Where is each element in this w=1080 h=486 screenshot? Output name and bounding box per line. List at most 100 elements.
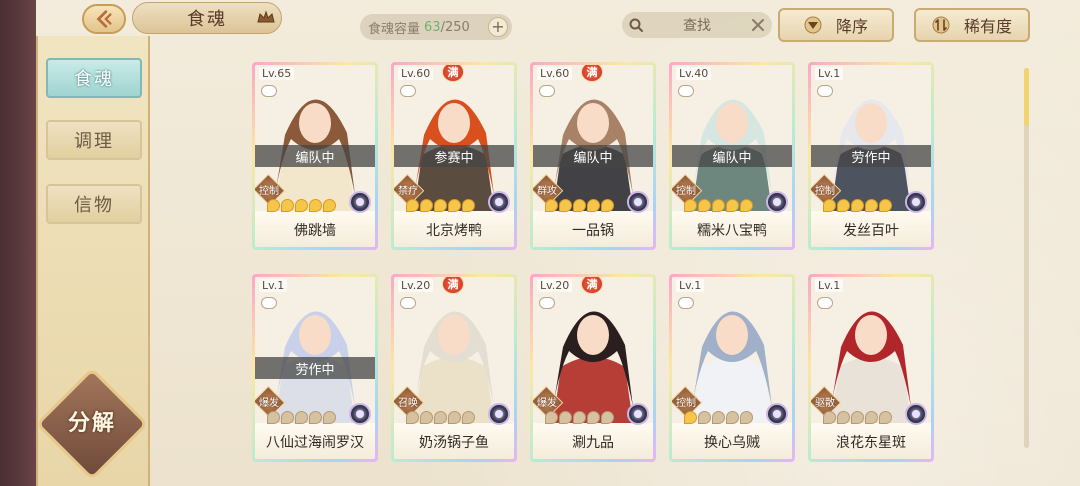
food-soul-card[interactable]: Lv.1 驱散 浪花东星斑: [808, 274, 934, 462]
star-icon: [420, 199, 433, 212]
status-badge: 编队中: [255, 145, 375, 167]
role-label: 控制: [676, 398, 696, 409]
status-badge: 编队中: [533, 145, 653, 167]
search-box[interactable]: 查找: [622, 12, 772, 38]
star-icon: [267, 199, 280, 212]
card-name: 浪花东星斑: [811, 425, 931, 459]
capacity-used: 63: [424, 19, 441, 35]
card-level: Lv.60: [537, 67, 573, 80]
card-inner: Lv.60 满参赛中 禁疗 北京烤鸭: [394, 65, 514, 247]
element-icon: [488, 191, 510, 213]
dish-icon: [261, 85, 277, 97]
element-icon: [349, 403, 371, 425]
dish-icon: [678, 85, 694, 97]
star-icon: [448, 411, 461, 424]
star-icon: [865, 411, 878, 424]
sort-toggle-icon: [932, 16, 950, 34]
page-title-text: 食魂: [187, 9, 227, 30]
star-icon: [587, 411, 600, 424]
clear-icon[interactable]: [750, 17, 766, 33]
food-soul-card[interactable]: Lv.1 控制 换心乌贼: [669, 274, 795, 462]
food-soul-card[interactable]: Lv.60 满编队中 群攻 一品锅: [530, 62, 656, 250]
star-icon: [281, 411, 294, 424]
star-icon: [601, 199, 614, 212]
card-level: Lv.1: [815, 67, 844, 80]
tab-food-soul-label: 食魂: [74, 69, 114, 90]
role-label: 爆发: [259, 398, 279, 409]
add-capacity-button[interactable]: +: [488, 17, 508, 37]
star-icon: [837, 199, 850, 212]
card-name: 一品锅: [533, 213, 653, 247]
status-badge: 参赛中: [394, 145, 514, 167]
element-icon: [627, 191, 649, 213]
star-icon: [545, 199, 558, 212]
role-label: 控制: [676, 186, 696, 197]
role-label: 控制: [815, 186, 835, 197]
sort-order-label: 降序: [835, 17, 868, 36]
element-icon: [349, 191, 371, 213]
element-icon: [766, 403, 788, 425]
food-soul-card[interactable]: Lv.1 劳作中 爆发 八仙过海闹罗汉: [252, 274, 378, 462]
star-icon: [281, 199, 294, 212]
role-label: 召唤: [398, 398, 418, 409]
scrollbar-thumb[interactable]: [1024, 68, 1029, 126]
star-icon: [698, 199, 711, 212]
tab-food-soul[interactable]: 食魂: [46, 58, 142, 98]
status-badge: 劳作中: [811, 145, 931, 167]
star-icon: [865, 199, 878, 212]
food-soul-card[interactable]: Lv.65 编队中 控制 佛跳墙: [252, 62, 378, 250]
tab-token[interactable]: 信物: [46, 184, 142, 224]
star-icon: [851, 411, 864, 424]
star-icon: [406, 411, 419, 424]
food-soul-card[interactable]: Lv.20 满召唤 奶汤锅子鱼: [391, 274, 517, 462]
star-icon: [309, 411, 322, 424]
star-icon: [434, 199, 447, 212]
tab-token-label: 信物: [74, 195, 114, 216]
role-label: 控制: [259, 186, 279, 197]
sort-rarity-button[interactable]: 稀有度: [914, 8, 1030, 42]
card-inner: Lv.65 编队中 控制 佛跳墙: [255, 65, 375, 247]
back-button[interactable]: [82, 4, 126, 34]
card-name: 涮九品: [533, 425, 653, 459]
food-soul-card[interactable]: Lv.40 编队中 控制 糯米八宝鸭: [669, 62, 795, 250]
crown-icon[interactable]: [257, 10, 275, 24]
star-rating: [267, 199, 336, 213]
back-arrow-icon: [96, 10, 112, 28]
star-icon: [726, 411, 739, 424]
card-name: 换心乌贼: [672, 425, 792, 459]
star-icon: [712, 199, 725, 212]
dish-icon: [678, 297, 694, 309]
star-icon: [559, 199, 572, 212]
star-icon: [823, 411, 836, 424]
card-level: Lv.20: [537, 279, 573, 292]
dish-icon: [539, 85, 555, 97]
capacity-label: 食魂容量: [368, 21, 421, 37]
dish-icon: [400, 85, 416, 97]
star-rating: [684, 411, 753, 425]
star-icon: [740, 199, 753, 212]
star-icon: [684, 199, 697, 212]
food-soul-card[interactable]: Lv.60 满参赛中 禁疗 北京烤鸭: [391, 62, 517, 250]
star-rating: [267, 411, 336, 425]
page-title: 食魂: [132, 2, 282, 34]
sort-order-button[interactable]: 降序: [778, 8, 894, 42]
capacity-display: 食魂容量 63 /250 +: [360, 14, 512, 40]
star-rating: [406, 199, 475, 213]
star-icon: [295, 199, 308, 212]
star-icon: [851, 199, 864, 212]
status-badge: 劳作中: [255, 357, 375, 379]
star-icon: [587, 199, 600, 212]
element-icon: [905, 191, 927, 213]
card-level: Lv.1: [259, 279, 288, 292]
element-icon: [766, 191, 788, 213]
star-icon: [879, 199, 892, 212]
star-icon: [740, 411, 753, 424]
capacity-total: /250: [440, 19, 470, 35]
food-soul-card[interactable]: Lv.20 满爆发 涮九品: [530, 274, 656, 462]
role-label: 驱散: [815, 398, 835, 409]
star-icon: [573, 199, 586, 212]
dish-icon: [539, 297, 555, 309]
tab-cooking[interactable]: 调理: [46, 120, 142, 160]
food-soul-card[interactable]: Lv.1 劳作中 控制 发丝百叶: [808, 62, 934, 250]
star-icon: [726, 199, 739, 212]
